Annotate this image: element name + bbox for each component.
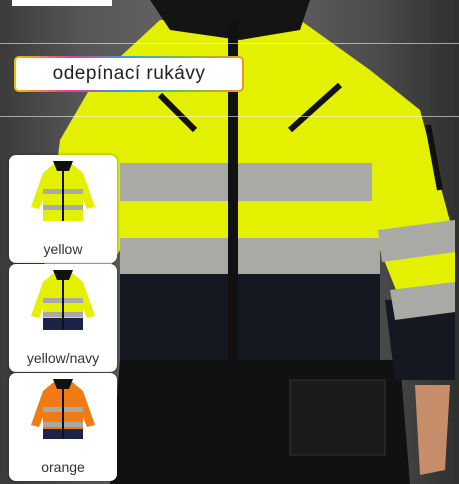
jacket-thumbnail-yellow-navy [31,270,95,330]
divider-top [0,43,459,44]
variant-yellow-navy[interactable]: yellow/navy [9,264,117,372]
top-white-bar [12,0,112,6]
variant-orange[interactable]: orange [9,373,117,481]
jacket-thumbnail-yellow [31,161,95,221]
variant-caption: orange [41,459,85,475]
variant-caption: yellow/navy [26,350,100,366]
divider-bottom [0,116,459,117]
jacket-thumbnail-orange [31,379,95,439]
variant-yellow[interactable]: yellow [9,155,117,263]
variant-caption: yellow [43,241,83,257]
feature-label: odepínací rukávy [14,56,244,92]
